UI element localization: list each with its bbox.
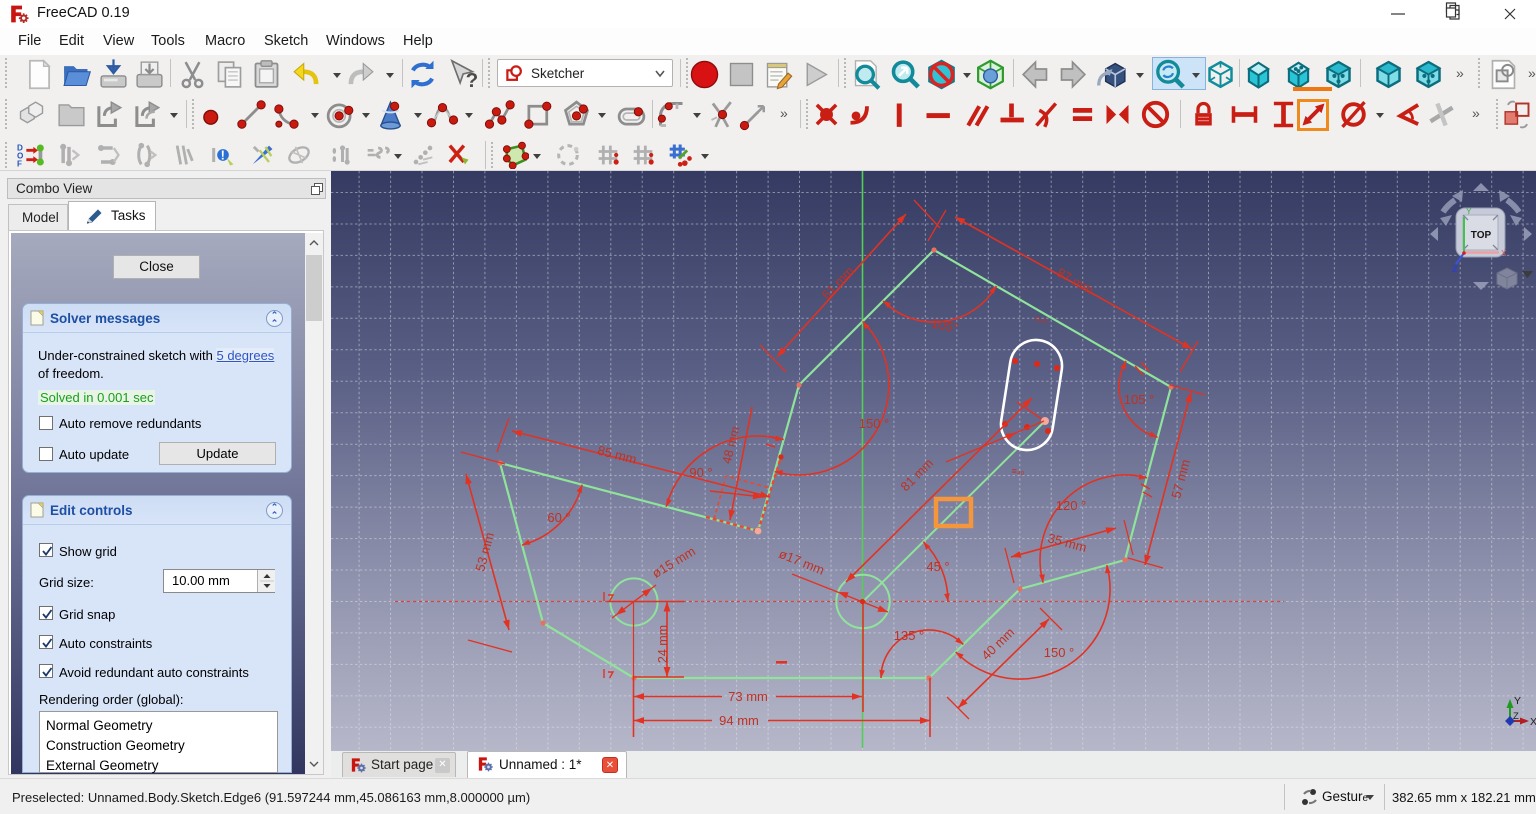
svg-text:Y: Y — [1466, 206, 1472, 216]
svg-text:94 mm: 94 mm — [719, 713, 759, 728]
svg-text:24 mm: 24 mm — [656, 625, 670, 663]
svg-text:120 °: 120 ° — [1056, 498, 1087, 513]
svg-text:Z: Z — [1452, 264, 1458, 275]
svg-text:TOP: TOP — [1471, 230, 1492, 241]
svg-text:73 mm: 73 mm — [728, 689, 768, 704]
svg-text:150 °: 150 ° — [859, 416, 890, 431]
svg-text:45 °: 45 ° — [926, 559, 949, 574]
svg-text:150 °: 150 ° — [1044, 645, 1075, 660]
svg-text:≡₄₀: ≡₄₀ — [1035, 314, 1048, 324]
svg-text:Z: Z — [1513, 711, 1519, 722]
svg-text:90 °: 90 ° — [689, 465, 712, 480]
svg-text:?: ? — [465, 68, 477, 90]
svg-text:105 °: 105 ° — [1124, 392, 1155, 407]
svg-text:X: X — [1530, 716, 1536, 728]
svg-text:60 °: 60 ° — [547, 510, 570, 525]
svg-text:Y: Y — [1514, 695, 1521, 707]
svg-text:X: X — [1501, 248, 1507, 258]
svg-text:135 °: 135 ° — [894, 628, 925, 643]
svg-text:≡₄₀: ≡₄₀ — [1012, 466, 1025, 476]
